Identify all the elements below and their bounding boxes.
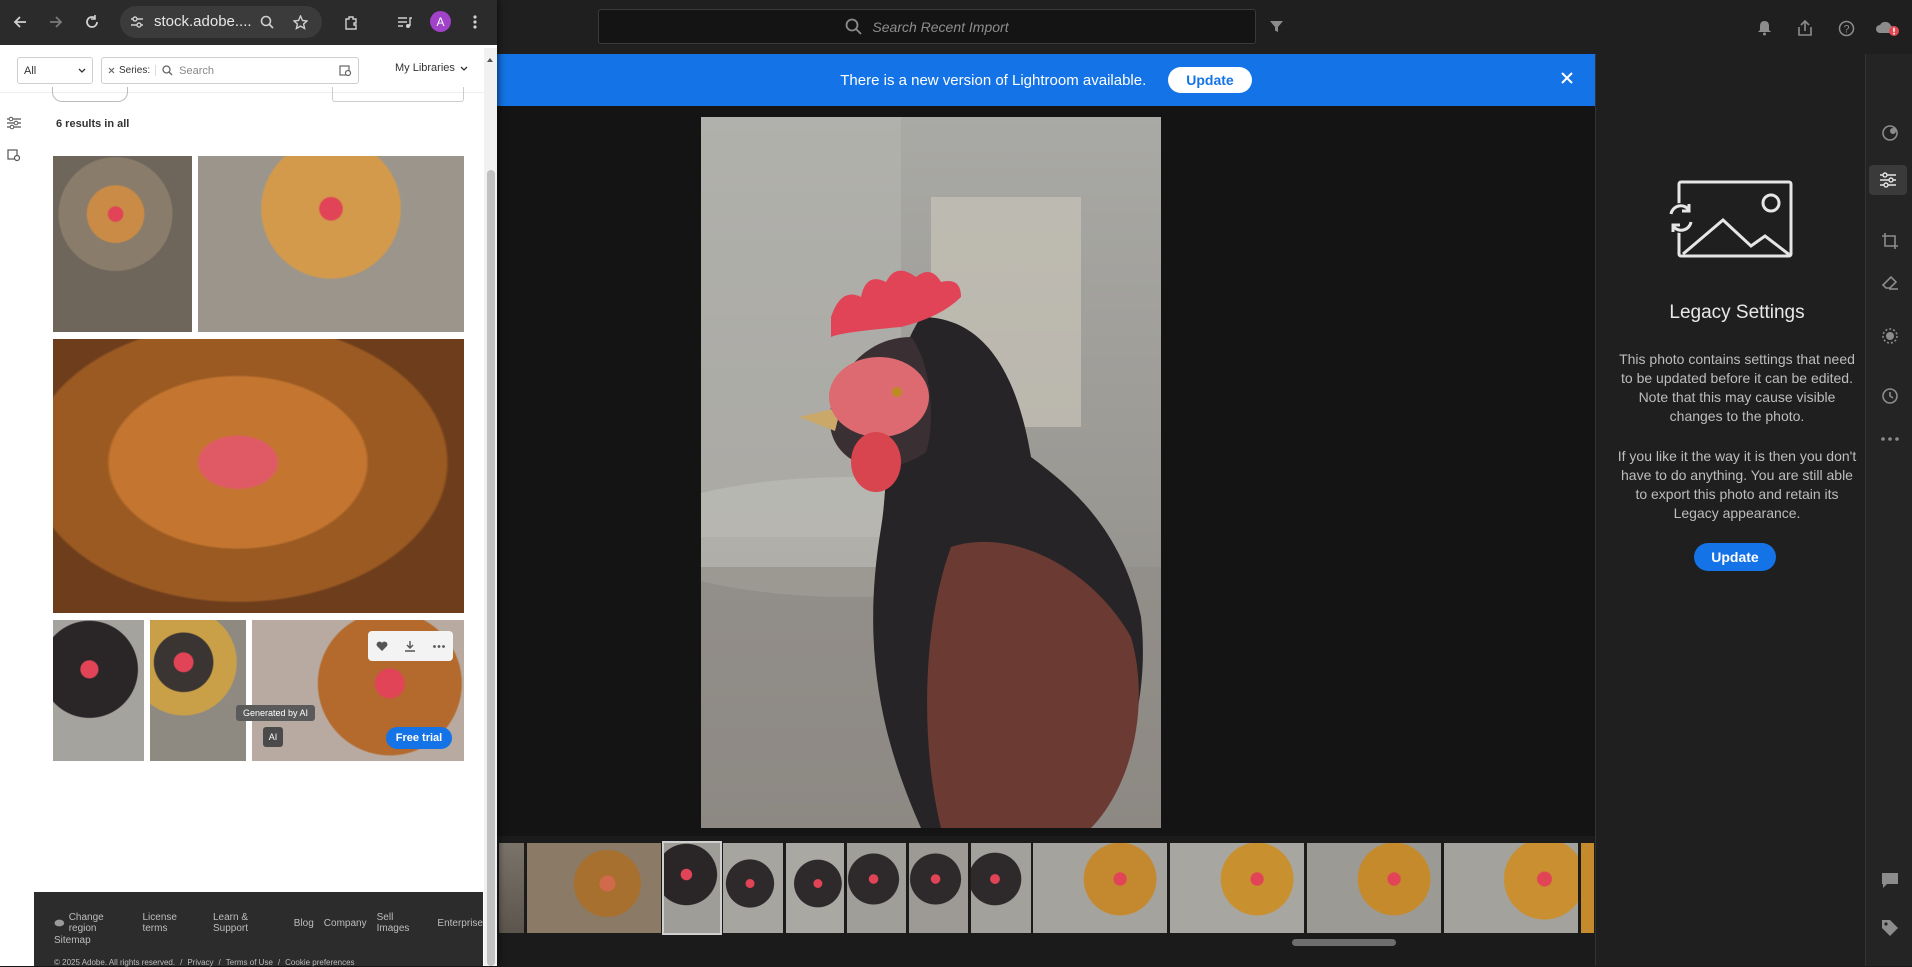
series-chip[interactable]: Series: [108, 65, 157, 76]
filmstrip-thumb[interactable] [499, 843, 524, 933]
legacy-description-2: If you like it the way it is then you do… [1617, 448, 1857, 521]
filmstrip-thumb[interactable] [1581, 843, 1594, 933]
update-banner: There is a new version of Lightroom avai… [497, 54, 1595, 106]
heart-icon[interactable] [376, 641, 388, 652]
filter-icon[interactable] [1263, 13, 1289, 39]
presets-icon[interactable] [1866, 118, 1912, 148]
filmstrip-thumb[interactable] [1033, 843, 1167, 933]
svg-text:?: ? [1843, 23, 1849, 35]
browser-menu-icon[interactable] [462, 9, 488, 35]
filmstrip-thumb[interactable] [971, 843, 1031, 933]
share-icon[interactable] [1792, 15, 1818, 41]
filmstrip-thumb[interactable] [527, 843, 661, 933]
ai-badge[interactable]: AI [263, 727, 283, 747]
healing-eraser-icon[interactable] [1866, 267, 1912, 297]
globe-icon [54, 919, 65, 927]
chevron-down-icon [460, 66, 468, 71]
banner-text: There is a new version of Lightroom avai… [840, 71, 1147, 89]
banner-update-button[interactable]: Update [1168, 67, 1252, 93]
more-options-icon[interactable] [432, 644, 445, 648]
stock-result-photo[interactable] [198, 156, 464, 332]
my-libraries-label: My Libraries [395, 62, 455, 74]
stock-result-photo[interactable] [53, 156, 192, 332]
main-photo [631, 117, 1161, 828]
footer-link[interactable]: Change region [69, 912, 133, 934]
footer-link[interactable]: Learn & Support [213, 912, 284, 934]
asset-type-select[interactable]: All [17, 57, 93, 84]
forward-icon[interactable] [43, 9, 69, 35]
bell-icon[interactable] [1751, 15, 1777, 41]
results-count: 6 results in all [56, 118, 130, 130]
filmstrip-thumb[interactable] [909, 843, 968, 933]
visual-search-icon[interactable] [339, 64, 352, 77]
legacy-description-1: This photo contains settings that need t… [1619, 351, 1855, 424]
popup-scrollbar-thumb[interactable] [487, 170, 495, 966]
footer-link[interactable]: License terms [142, 912, 203, 934]
series-chip-label: Series: [119, 65, 151, 76]
footer-links: Change region License terms Learn & Supp… [54, 912, 483, 934]
url-text: stock.adobe.... [154, 13, 252, 30]
legacy-photo-icon [1665, 180, 1795, 260]
tag-icon[interactable] [1866, 913, 1912, 943]
filmstrip-thumb[interactable] [723, 843, 783, 933]
masking-icon[interactable] [1866, 321, 1912, 351]
scroll-up-arrow-icon[interactable] [486, 50, 494, 68]
edit-tools-rail [1865, 54, 1912, 966]
filmstrip-thumb[interactable] [786, 843, 844, 933]
lightroom-search-placeholder: Search Recent Import [872, 18, 1009, 35]
more-icon[interactable] [1866, 424, 1912, 454]
search-icon [846, 18, 863, 35]
free-trial-button[interactable]: Free trial [386, 727, 452, 749]
sort-select-partial[interactable] [332, 87, 464, 102]
filmstrip-thumb[interactable] [1444, 843, 1578, 933]
footer-link[interactable]: Company [324, 918, 367, 929]
help-icon[interactable]: ? [1833, 15, 1859, 41]
history-icon[interactable] [1866, 381, 1912, 411]
filmstrip-thumb[interactable] [1307, 843, 1441, 933]
filmstrip-thumb[interactable] [847, 843, 906, 933]
asset-type-value: All [24, 64, 37, 77]
stock-footer: Change region License terms Learn & Supp… [34, 892, 483, 967]
sort-button-partial[interactable] [52, 87, 128, 102]
photo-hover-actions [368, 631, 453, 661]
search-placeholder: Search [179, 64, 214, 77]
cloud-sync-icon[interactable] [1875, 15, 1901, 41]
media-controls-icon[interactable] [391, 9, 417, 35]
search-bar[interactable]: Series: Search [101, 57, 359, 84]
download-icon[interactable] [404, 640, 416, 652]
stock-result-photo[interactable] [53, 339, 464, 613]
stock-result-photo[interactable] [150, 620, 246, 761]
filmstrip-scrollbar[interactable] [1292, 939, 1396, 946]
back-icon[interactable] [7, 9, 33, 35]
legacy-settings-title: Legacy Settings [1669, 302, 1805, 323]
lightroom-search-field[interactable]: Search Recent Import [598, 9, 1256, 44]
filters-icon[interactable] [6, 116, 22, 135]
footer-sitemap-link[interactable]: Sitemap [54, 935, 91, 946]
chevron-down-icon [78, 68, 86, 73]
legacy-update-button[interactable]: Update [1694, 543, 1776, 571]
remove-chip-icon[interactable] [108, 67, 115, 74]
banner-close-icon[interactable] [1560, 68, 1574, 91]
bookmark-star-icon[interactable] [287, 9, 313, 35]
filmstrip-thumb-selected[interactable] [662, 841, 722, 935]
generated-by-ai-tooltip: Generated by AI [236, 705, 316, 721]
extensions-icon[interactable] [338, 9, 364, 35]
reload-icon[interactable] [79, 9, 105, 35]
footer-link[interactable]: Blog [294, 918, 314, 929]
my-libraries-dropdown[interactable]: My Libraries [395, 62, 468, 74]
filmstrip-thumb[interactable] [1170, 843, 1304, 933]
stock-result-photo[interactable] [53, 620, 144, 761]
search-icon [162, 65, 173, 76]
edit-sliders-icon[interactable] [1869, 165, 1907, 195]
comments-icon[interactable] [1866, 865, 1912, 895]
footer-link[interactable]: Enterprise [437, 918, 483, 929]
site-settings-icon[interactable] [124, 9, 150, 35]
zoom-icon[interactable] [254, 9, 280, 35]
footer-link[interactable]: Sell Images [377, 912, 428, 934]
profile-avatar[interactable]: A [430, 11, 451, 32]
visual-search-icon[interactable] [7, 149, 21, 167]
crop-icon[interactable] [1866, 226, 1912, 256]
